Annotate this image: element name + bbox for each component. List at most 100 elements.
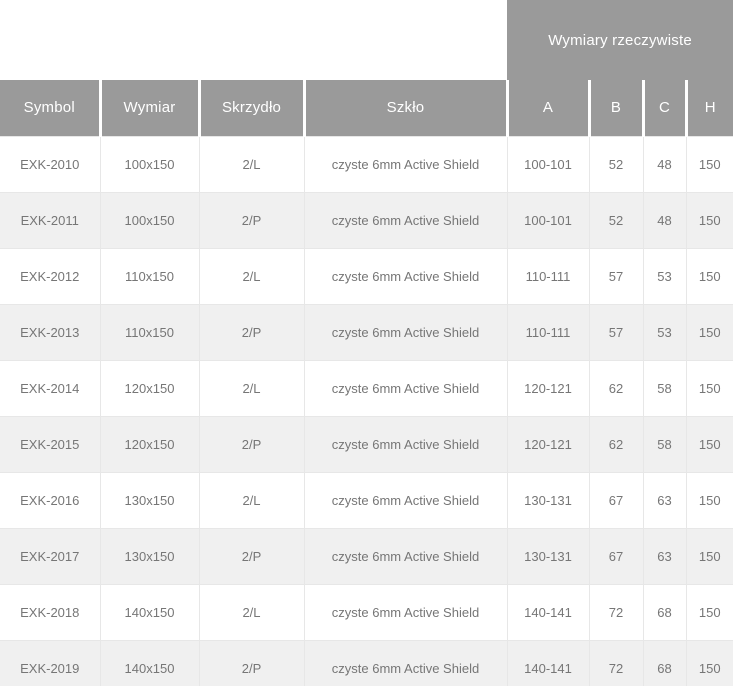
cell-c: 53 xyxy=(643,248,686,304)
product-spec-page: Wymiary rzeczywiste SymbolWymiarSkrzydło… xyxy=(0,0,733,686)
cell-b: 72 xyxy=(589,584,643,640)
header-spacer xyxy=(0,0,507,80)
column-header-b: B xyxy=(589,80,643,136)
cell-szklo: czyste 6mm Active Shield xyxy=(304,416,507,472)
table-row: EXK-2012110x1502/Lczyste 6mm Active Shie… xyxy=(0,248,733,304)
cell-skrzydlo: 2/P xyxy=(199,192,304,248)
cell-skrzydlo: 2/L xyxy=(199,472,304,528)
cell-symbol: EXK-2016 xyxy=(0,472,100,528)
cell-b: 67 xyxy=(589,472,643,528)
cell-szklo: czyste 6mm Active Shield xyxy=(304,584,507,640)
cell-symbol: EXK-2012 xyxy=(0,248,100,304)
cell-wymiar: 130x150 xyxy=(100,472,199,528)
cell-b: 67 xyxy=(589,528,643,584)
cell-a: 120-121 xyxy=(507,416,589,472)
table-row: EXK-2011100x1502/Pczyste 6mm Active Shie… xyxy=(0,192,733,248)
cell-c: 48 xyxy=(643,192,686,248)
cell-h: 150 xyxy=(686,528,733,584)
cell-wymiar: 120x150 xyxy=(100,416,199,472)
table-row: EXK-2014120x1502/Lczyste 6mm Active Shie… xyxy=(0,360,733,416)
cell-b: 52 xyxy=(589,192,643,248)
cell-wymiar: 120x150 xyxy=(100,360,199,416)
cell-szklo: czyste 6mm Active Shield xyxy=(304,248,507,304)
cell-b: 62 xyxy=(589,416,643,472)
cell-szklo: czyste 6mm Active Shield xyxy=(304,304,507,360)
cell-a: 110-111 xyxy=(507,248,589,304)
spec-table: Wymiary rzeczywiste SymbolWymiarSkrzydło… xyxy=(0,0,733,686)
column-header-a: A xyxy=(507,80,589,136)
cell-b: 52 xyxy=(589,136,643,192)
cell-wymiar: 100x150 xyxy=(100,192,199,248)
cell-h: 150 xyxy=(686,192,733,248)
cell-szklo: czyste 6mm Active Shield xyxy=(304,640,507,686)
cell-szklo: czyste 6mm Active Shield xyxy=(304,360,507,416)
cell-wymiar: 100x150 xyxy=(100,136,199,192)
cell-symbol: EXK-2013 xyxy=(0,304,100,360)
cell-h: 150 xyxy=(686,472,733,528)
cell-h: 150 xyxy=(686,136,733,192)
cell-c: 48 xyxy=(643,136,686,192)
cell-a: 100-101 xyxy=(507,192,589,248)
column-header-c: C xyxy=(643,80,686,136)
cell-szklo: czyste 6mm Active Shield xyxy=(304,528,507,584)
column-header-szklo: Szkło xyxy=(304,80,507,136)
column-header-wymiar: Wymiar xyxy=(100,80,199,136)
cell-h: 150 xyxy=(686,304,733,360)
cell-symbol: EXK-2014 xyxy=(0,360,100,416)
cell-h: 150 xyxy=(686,248,733,304)
cell-a: 120-121 xyxy=(507,360,589,416)
column-header-row: SymbolWymiarSkrzydłoSzkłoABCH xyxy=(0,80,733,136)
cell-szklo: czyste 6mm Active Shield xyxy=(304,192,507,248)
cell-c: 63 xyxy=(643,472,686,528)
cell-skrzydlo: 2/L xyxy=(199,584,304,640)
table-body: EXK-2010100x1502/Lczyste 6mm Active Shie… xyxy=(0,136,733,686)
cell-b: 57 xyxy=(589,248,643,304)
cell-wymiar: 110x150 xyxy=(100,304,199,360)
cell-c: 58 xyxy=(643,416,686,472)
cell-wymiar: 110x150 xyxy=(100,248,199,304)
group-header-row: Wymiary rzeczywiste xyxy=(0,0,733,80)
cell-a: 140-141 xyxy=(507,584,589,640)
group-header: Wymiary rzeczywiste xyxy=(507,0,733,80)
table-row: EXK-2019140x1502/Pczyste 6mm Active Shie… xyxy=(0,640,733,686)
table-row: EXK-2017130x1502/Pczyste 6mm Active Shie… xyxy=(0,528,733,584)
cell-skrzydlo: 2/L xyxy=(199,360,304,416)
column-header-h: H xyxy=(686,80,733,136)
column-header-skrzydlo: Skrzydło xyxy=(199,80,304,136)
cell-c: 53 xyxy=(643,304,686,360)
cell-h: 150 xyxy=(686,416,733,472)
cell-szklo: czyste 6mm Active Shield xyxy=(304,472,507,528)
table-row: EXK-2018140x1502/Lczyste 6mm Active Shie… xyxy=(0,584,733,640)
cell-a: 100-101 xyxy=(507,136,589,192)
cell-a: 130-131 xyxy=(507,528,589,584)
cell-a: 140-141 xyxy=(507,640,589,686)
cell-wymiar: 140x150 xyxy=(100,584,199,640)
cell-symbol: EXK-2011 xyxy=(0,192,100,248)
cell-c: 58 xyxy=(643,360,686,416)
cell-skrzydlo: 2/P xyxy=(199,304,304,360)
cell-skrzydlo: 2/P xyxy=(199,640,304,686)
cell-h: 150 xyxy=(686,640,733,686)
cell-b: 72 xyxy=(589,640,643,686)
column-header-symbol: Symbol xyxy=(0,80,100,136)
cell-c: 68 xyxy=(643,584,686,640)
cell-symbol: EXK-2010 xyxy=(0,136,100,192)
table-row: EXK-2013110x1502/Pczyste 6mm Active Shie… xyxy=(0,304,733,360)
cell-wymiar: 140x150 xyxy=(100,640,199,686)
cell-c: 68 xyxy=(643,640,686,686)
cell-szklo: czyste 6mm Active Shield xyxy=(304,136,507,192)
cell-a: 130-131 xyxy=(507,472,589,528)
cell-symbol: EXK-2019 xyxy=(0,640,100,686)
cell-c: 63 xyxy=(643,528,686,584)
cell-a: 110-111 xyxy=(507,304,589,360)
cell-h: 150 xyxy=(686,584,733,640)
cell-symbol: EXK-2015 xyxy=(0,416,100,472)
table-row: EXK-2015120x1502/Pczyste 6mm Active Shie… xyxy=(0,416,733,472)
cell-symbol: EXK-2018 xyxy=(0,584,100,640)
table-row: EXK-2010100x1502/Lczyste 6mm Active Shie… xyxy=(0,136,733,192)
cell-symbol: EXK-2017 xyxy=(0,528,100,584)
table-row: EXK-2016130x1502/Lczyste 6mm Active Shie… xyxy=(0,472,733,528)
cell-wymiar: 130x150 xyxy=(100,528,199,584)
cell-b: 57 xyxy=(589,304,643,360)
cell-h: 150 xyxy=(686,360,733,416)
